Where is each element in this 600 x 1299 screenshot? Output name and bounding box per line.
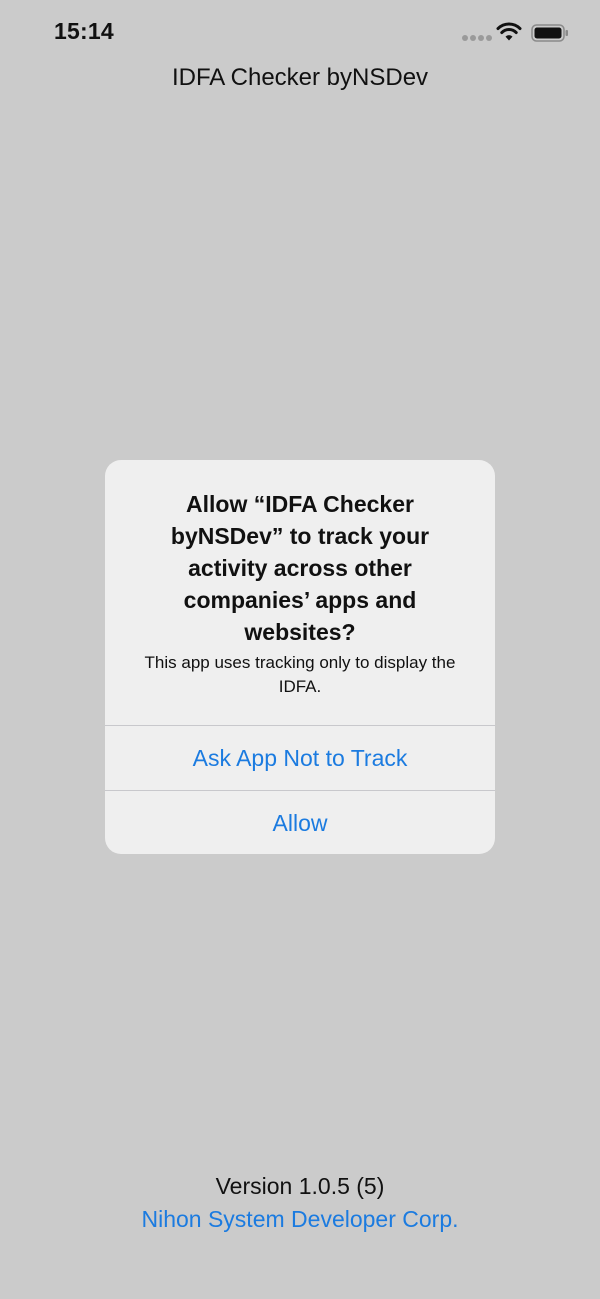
ask-app-not-to-track-button[interactable]: Ask App Not to Track: [105, 726, 495, 790]
alert-title: Allow “IDFA Checker byNSDev” to track yo…: [170, 491, 430, 645]
signal-dots-icon: [462, 35, 492, 43]
app-title: IDFA Checker byNSDev: [171, 64, 429, 91]
company-link[interactable]: Nihon System Developer Corp.: [0, 1206, 600, 1233]
battery-icon: [531, 24, 568, 42]
version-label: Version 1.0.5 (5): [215, 1173, 385, 1199]
allow-button[interactable]: Allow: [105, 791, 495, 854]
wifi-icon: [496, 22, 522, 41]
tracking-permission-alert: Allow “IDFA Checker byNSDev” to track yo…: [105, 460, 495, 854]
status-bar: 15:14: [0, 0, 600, 66]
alert-message: This app uses tracking only to display t…: [144, 653, 456, 696]
status-time: 15:14: [54, 18, 114, 44]
